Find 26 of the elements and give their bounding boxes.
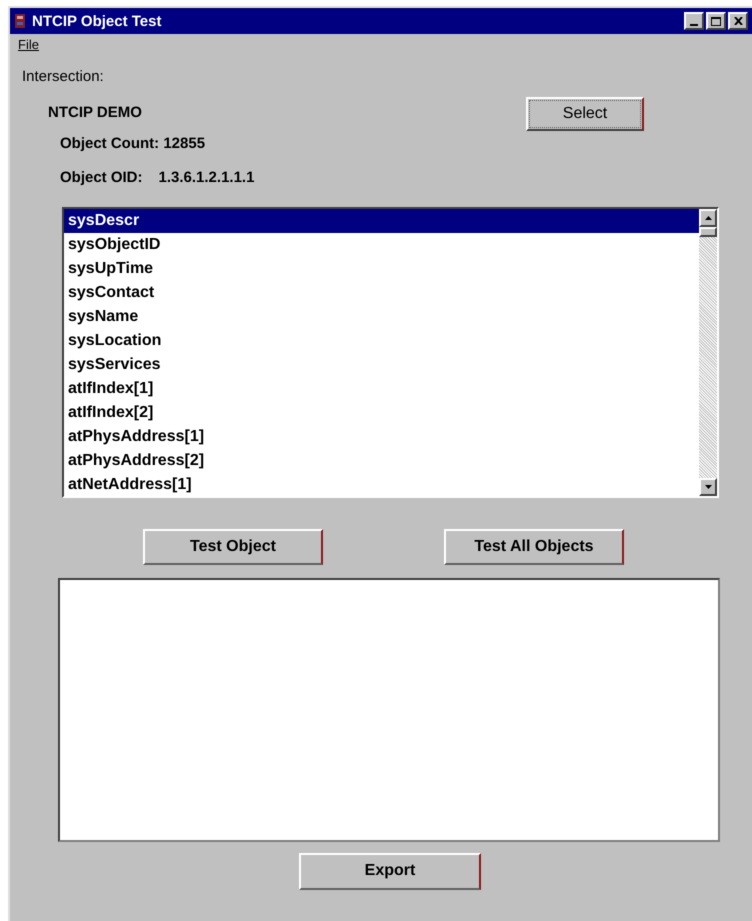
action-button[interactable]: Test All Objects [444, 528, 624, 564]
scroll-thumb[interactable] [699, 226, 717, 236]
intersection-name: NTCIP DEMO [48, 103, 142, 124]
list-item[interactable]: sysDescr [64, 208, 699, 232]
down-arrow-icon [704, 484, 712, 488]
object-list[interactable]: sysDescr sysObjectID sysUpTime sysContact sysName sysLocation sysServices atIfIndex[1] atIfIndex[2] atPhysAddress[1] atPhysAddress[2] atNetAddress[1] [62, 206, 719, 498]
menu-item[interactable]: File [16, 35, 41, 55]
up-arrow-icon [704, 216, 712, 220]
scrollbar[interactable] [699, 208, 717, 496]
app-icon [14, 13, 26, 29]
close-button[interactable] [728, 12, 748, 30]
action-button[interactable]: Test Object [143, 528, 323, 564]
scroll-up-button[interactable] [699, 208, 717, 226]
close-icon [734, 17, 742, 25]
intersection-label: Intersection: [22, 67, 105, 87]
maximize-icon [711, 16, 721, 26]
minimize-button[interactable] [684, 12, 704, 30]
export-button[interactable]: Export [299, 852, 481, 890]
object-oid-label: Object OID: [60, 168, 143, 188]
minimize-icon [690, 24, 698, 26]
object-oid-value: 1.3.6.1.2.1.1.1 [158, 168, 254, 188]
scroll-down-button[interactable] [699, 478, 717, 496]
window-title: NTCIP Object Test [32, 14, 162, 28]
object-count: Object Count: 12855 [60, 134, 206, 154]
select-button[interactable]: Select [526, 96, 644, 130]
maximize-button[interactable] [706, 12, 726, 30]
